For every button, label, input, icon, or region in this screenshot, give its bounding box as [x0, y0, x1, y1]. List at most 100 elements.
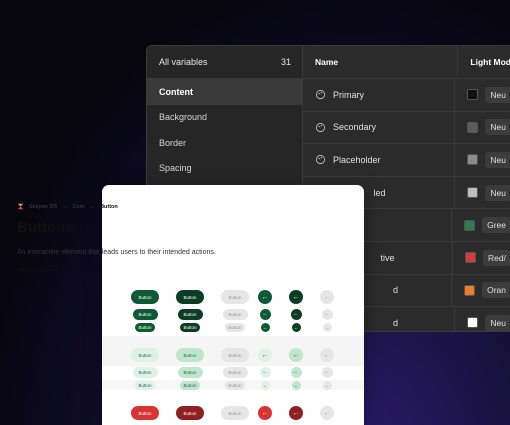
arrow-left-icon[interactable]: ← — [260, 380, 270, 390]
palette-icon — [315, 155, 326, 165]
arrow-left-icon[interactable]: ← — [322, 380, 332, 390]
sample-button[interactable]: Button — [222, 366, 248, 378]
color-swatch — [467, 154, 479, 166]
sample-button[interactable]: Button — [176, 348, 204, 362]
value-chip: Red/ — [483, 249, 510, 266]
value-chip: Neu — [485, 314, 510, 331]
sample-button[interactable]: Button — [135, 380, 155, 390]
arrow-right-icon: → — [62, 203, 68, 210]
value-chip: Oran — [482, 282, 510, 299]
all-variables-label: All variables — [159, 57, 208, 67]
value-chip: Neu — [485, 86, 510, 103]
breadcrumb-item[interactable]: Core — [73, 204, 85, 210]
arrow-left-icon[interactable]: ← — [289, 406, 303, 420]
sample-button[interactable]: Button — [221, 348, 249, 362]
arrow-left-icon[interactable]: ← — [291, 322, 301, 332]
breadcrumb-current: Button — [100, 203, 118, 210]
variable-value-cell[interactable]: Neu — [455, 307, 510, 331]
variable-name: Secondary — [333, 122, 377, 133]
color-swatch — [467, 121, 479, 133]
arrow-left-icon[interactable]: ← — [320, 290, 334, 304]
variable-row[interactable]: Secondary Neu — [303, 111, 510, 145]
sample-button[interactable]: Button — [221, 406, 249, 420]
all-variables-header[interactable]: All variables 31 — [147, 46, 302, 79]
arrow-left-icon[interactable]: ← — [258, 406, 272, 420]
arrow-left-icon[interactable]: ← — [322, 322, 332, 332]
arrow-left-icon[interactable]: ← — [320, 406, 334, 420]
arrow-left-icon[interactable]: ← — [321, 308, 333, 320]
variable-value-cell[interactable]: Neu — [455, 144, 510, 176]
arrow-left-icon[interactable]: ← — [258, 348, 272, 362]
arrow-left-icon[interactable]: ← — [260, 322, 270, 332]
arrow-left-icon[interactable]: ← — [320, 348, 334, 362]
arrow-left-icon[interactable]: ← — [258, 290, 272, 304]
sample-button[interactable]: Button — [132, 308, 158, 320]
arrow-left-icon[interactable]: ← — [291, 380, 301, 390]
variable-value-cell[interactable]: Neu — [455, 112, 510, 144]
group-label: Border — [159, 137, 187, 148]
arrow-left-icon[interactable]: ← — [289, 290, 303, 304]
arrow-left-icon[interactable]: ← — [290, 308, 302, 320]
color-swatch — [465, 252, 477, 264]
variable-name: Placeholder — [333, 154, 381, 165]
page-title: Buttons — [17, 219, 74, 236]
variable-value-cell[interactable]: Gree — [452, 209, 510, 241]
color-swatch — [467, 89, 479, 101]
arrow-left-icon[interactable]: ← — [289, 348, 303, 362]
variable-name: Primary — [333, 89, 364, 100]
sample-button[interactable]: Button — [131, 348, 159, 362]
variable-value-cell[interactable]: Neu — [455, 79, 510, 111]
sample-button[interactable]: Button — [180, 380, 200, 390]
breadcrumb-item[interactable]: Slurpee DS — [29, 204, 57, 210]
color-swatch — [464, 219, 476, 231]
group-background[interactable]: Background — [147, 105, 302, 131]
breadcrumb: Slurpee DS → Core → Button — [17, 203, 118, 210]
color-swatch — [467, 317, 479, 329]
value-chip: Neu — [485, 151, 510, 168]
sample-button[interactable]: Button — [131, 290, 159, 304]
group-label: Spacing — [159, 163, 192, 174]
sample-button[interactable]: Button — [221, 290, 249, 304]
group-content[interactable]: Content — [147, 79, 302, 105]
sample-button[interactable]: Button — [177, 366, 203, 378]
variable-name-cell: Placeholder — [303, 144, 456, 176]
variable-row[interactable]: Primary Neu — [303, 79, 510, 112]
variable-value-cell[interactable]: Neu — [455, 177, 510, 209]
value-chip: Gree — [482, 217, 510, 234]
variable-value-cell[interactable]: Red/ — [453, 242, 510, 274]
group-spacing[interactable]: Spacing — [147, 156, 302, 182]
color-swatch — [467, 187, 479, 199]
sample-button[interactable]: Button — [132, 366, 158, 378]
variables-count: 31 — [280, 57, 291, 67]
sample-button[interactable]: Button — [222, 308, 248, 320]
column-name: Name — [303, 46, 459, 78]
sample-button[interactable]: Button — [176, 406, 204, 420]
palette-icon — [315, 90, 326, 100]
group-label: Background — [159, 112, 208, 123]
sample-button[interactable]: Button — [225, 380, 245, 390]
page-description: An interactive element that leads users … — [17, 249, 216, 256]
sample-button[interactable]: Button — [176, 290, 204, 304]
value-chip: Neu — [485, 119, 510, 136]
sample-button[interactable]: Button — [180, 322, 200, 332]
value-chip: Neu — [485, 184, 510, 201]
arrow-right-icon: → — [89, 203, 96, 210]
group-border[interactable]: Border — [147, 130, 302, 156]
arrow-left-icon[interactable]: ← — [259, 366, 271, 378]
palette-icon — [315, 122, 326, 132]
arrow-left-icon[interactable]: ← — [290, 366, 302, 378]
variable-row[interactable]: Placeholder Neu — [303, 144, 510, 177]
group-label: Content — [159, 86, 193, 97]
section-title: Button Component — [17, 267, 58, 272]
arrow-left-icon[interactable]: ← — [259, 308, 271, 320]
sample-button[interactable]: Button — [225, 322, 245, 332]
variable-value-cell[interactable]: Oran — [452, 275, 510, 307]
sample-button[interactable]: Button — [177, 308, 203, 320]
table-header: Name Light Mod — [303, 46, 510, 79]
sample-button[interactable]: Button — [135, 322, 155, 332]
color-swatch — [464, 284, 476, 296]
column-light-mode: Light Mod — [470, 57, 510, 67]
sample-button[interactable]: Button — [131, 406, 159, 420]
variable-name-cell: Secondary — [303, 111, 456, 144]
arrow-left-icon[interactable]: ← — [321, 366, 333, 378]
